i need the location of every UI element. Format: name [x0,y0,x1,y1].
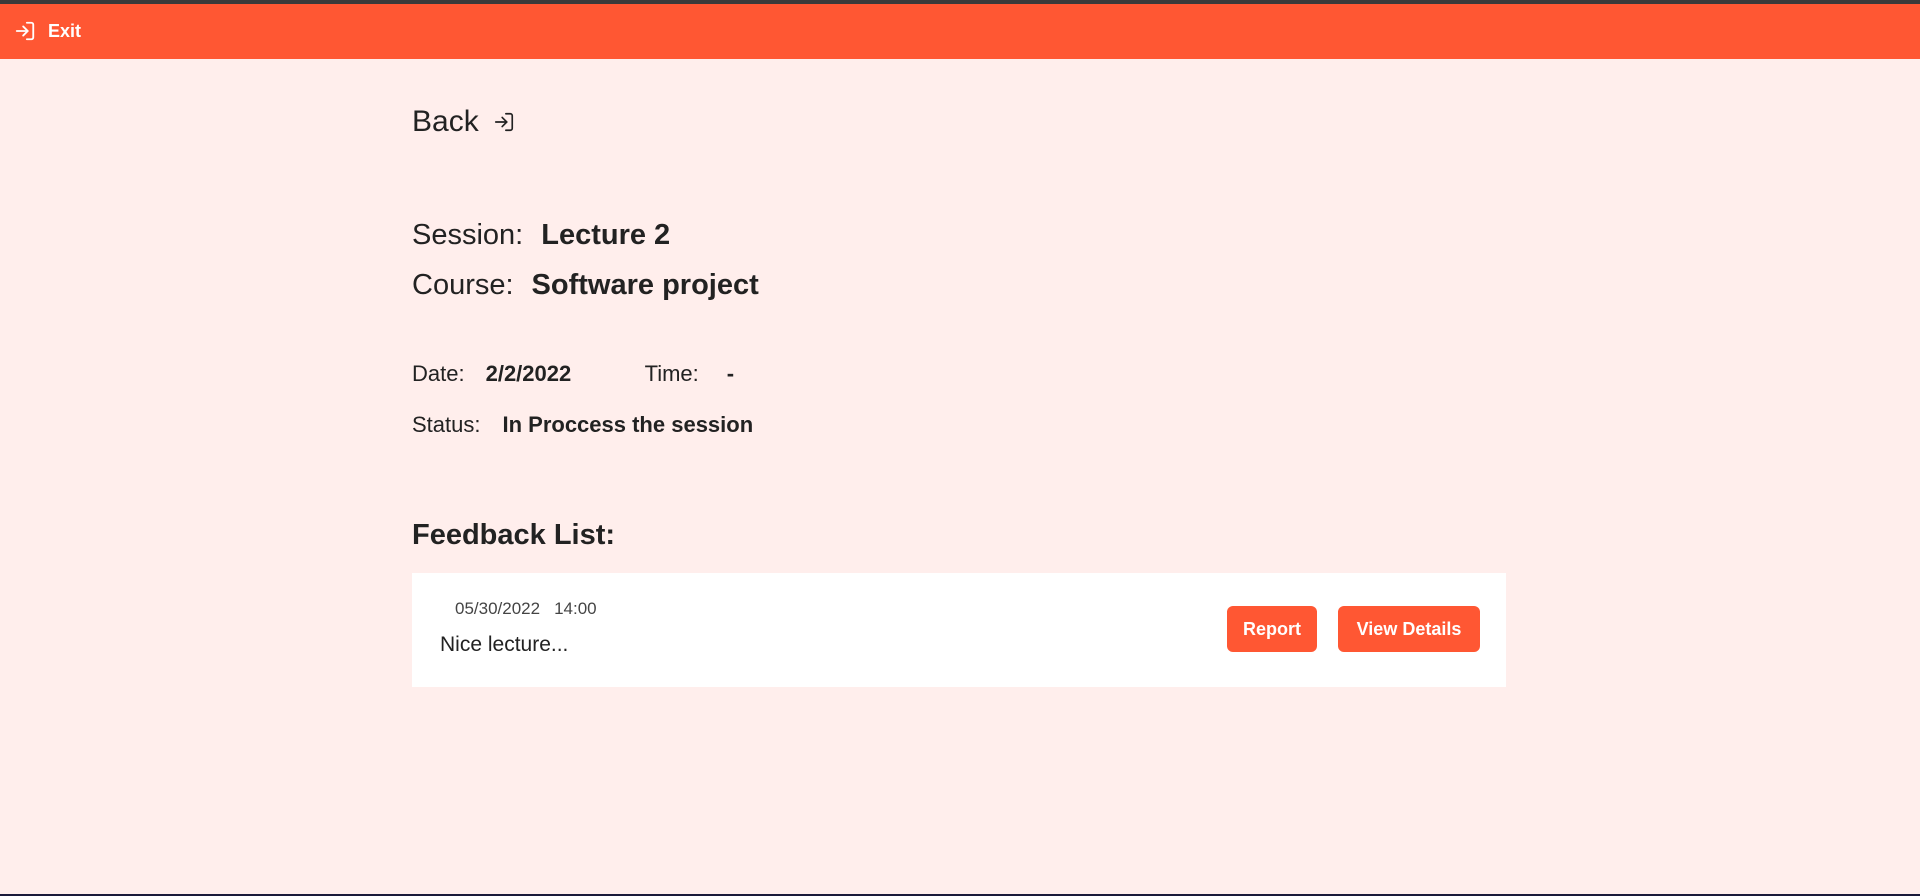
feedback-date: 05/30/2022 [455,599,541,618]
status-label: Status: [412,412,481,437]
status-value: In Proccess the session [502,412,754,437]
back-label: Back [412,105,479,138]
session-value: Lecture 2 [541,219,671,251]
course-row: Course: Software project [412,269,759,302]
feedback-list-title: Feedback List: [412,519,616,551]
time-value: - [726,361,735,386]
back-button[interactable]: Back [412,105,515,139]
sign-in-icon [493,111,515,133]
time-label: Time: [644,361,699,386]
feedback-item: 05/30/2022 14:00 Nice lecture... Report V… [412,573,1506,687]
date-time-row: Date: 2/2/2022 Time: - [412,361,734,387]
status-row: Status: In Proccess the session [412,412,753,438]
exit-button[interactable]: Exit [14,20,81,42]
date-label: Date: [412,361,465,386]
sign-in-icon [14,20,36,42]
date-value: 2/2/2022 [485,361,572,386]
course-label: Course: [412,269,514,301]
view-details-button[interactable]: View Details [1338,606,1480,652]
course-value: Software project [531,269,759,301]
feedback-text: Nice lecture... [440,633,569,656]
session-label: Session: [412,219,524,251]
exit-label: Exit [48,20,82,41]
feedback-meta: 05/30/2022 14:00 [455,599,597,619]
report-button[interactable]: Report [1227,606,1317,652]
feedback-time: 14:00 [554,599,597,618]
session-row: Session: Lecture 2 [412,219,670,252]
top-bar: Exit [0,4,1920,59]
